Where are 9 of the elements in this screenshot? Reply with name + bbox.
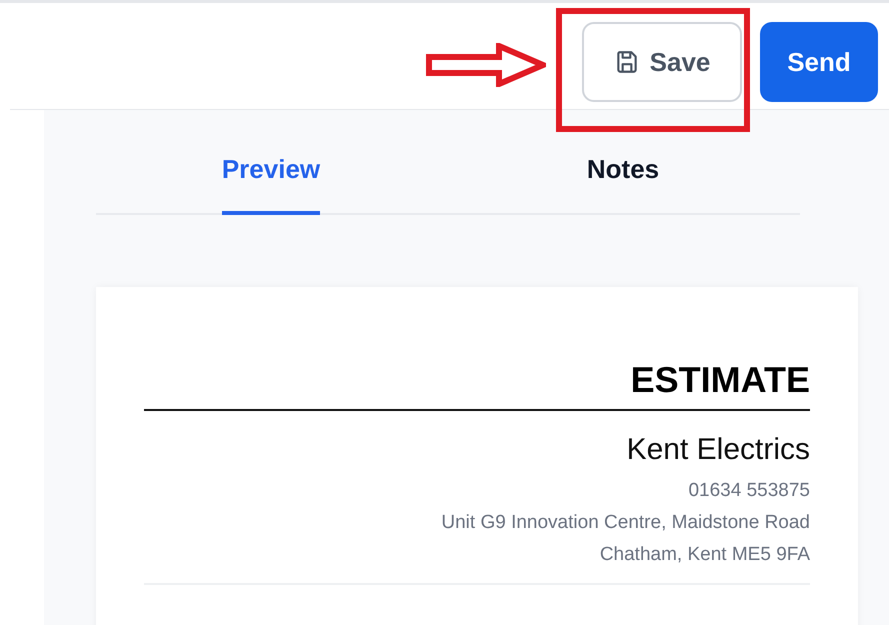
company-name: Kent Electrics (626, 433, 810, 467)
address-line: Unit G9 Innovation Centre, Maidstone Road (440, 511, 810, 535)
document-title: ESTIMATE (630, 359, 810, 401)
send-button[interactable]: Send (760, 22, 878, 102)
address-line: Chatham, Kent ME5 9FA (598, 543, 810, 567)
tab[interactable]: Preview (222, 110, 320, 215)
phone-number: 01634 553875 (687, 479, 810, 503)
save-button[interactable]: Save (582, 22, 742, 102)
tab[interactable]: Notes (586, 110, 660, 215)
